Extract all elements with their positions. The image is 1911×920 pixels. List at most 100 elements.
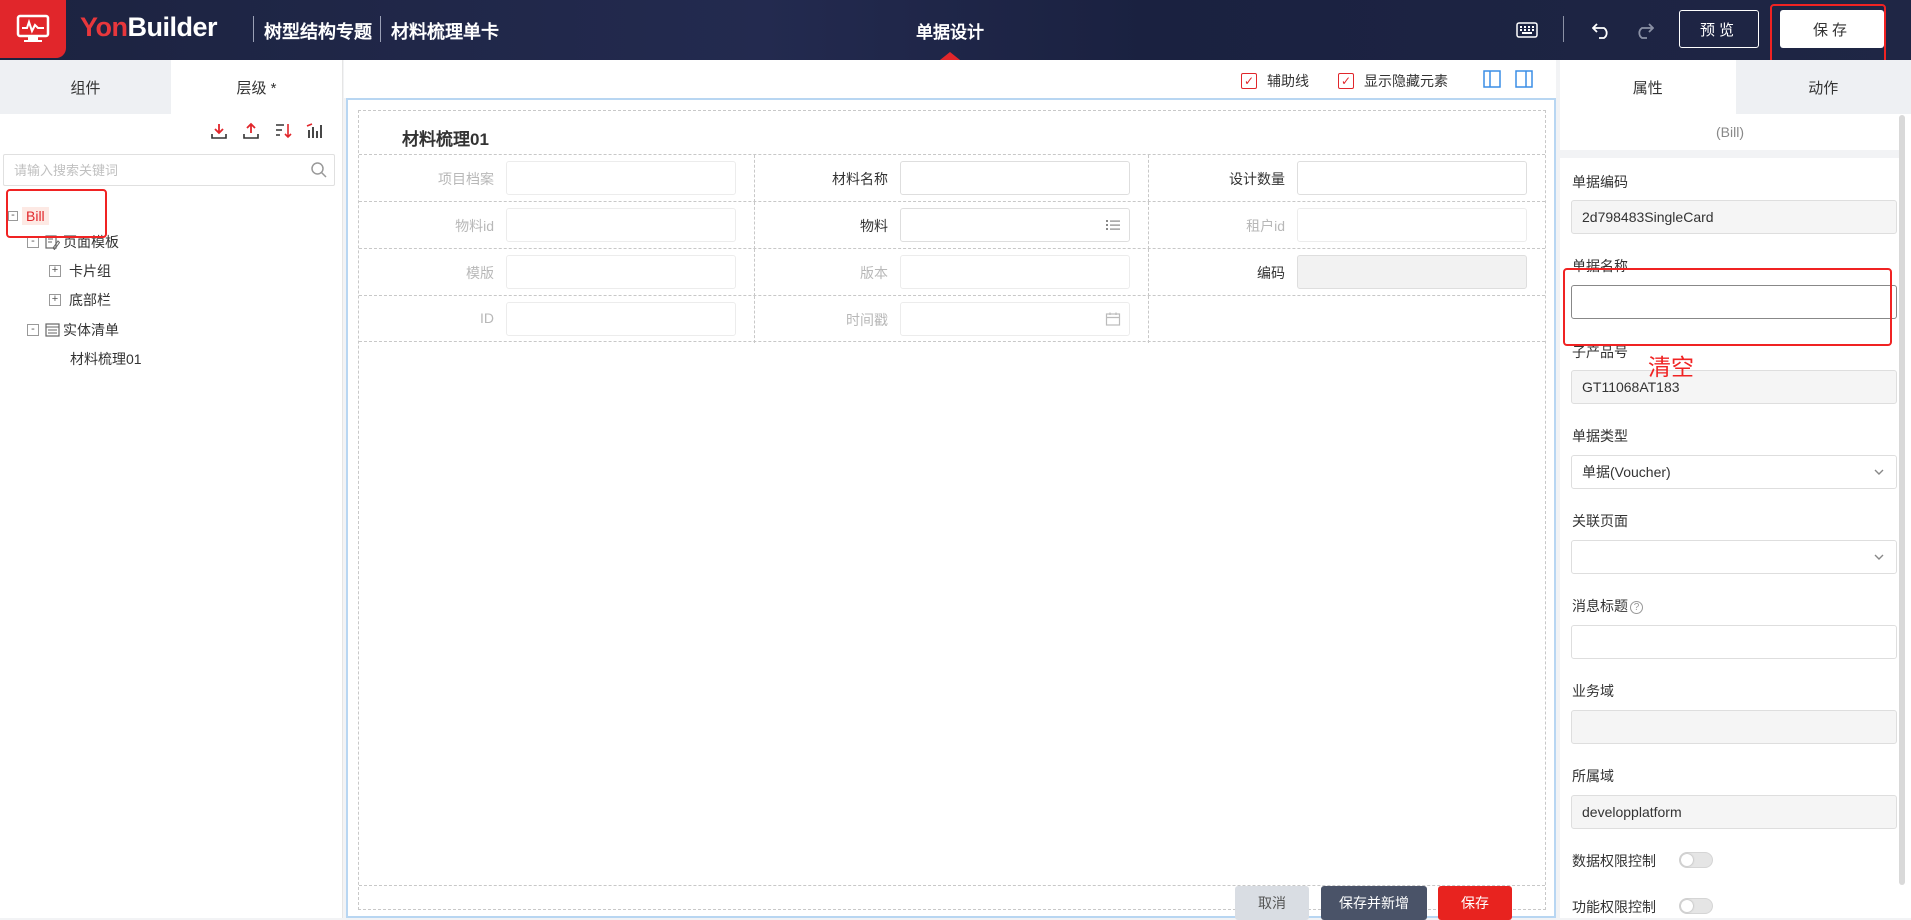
- redo-icon[interactable]: [1632, 18, 1656, 42]
- prop-label-type: 单据类型: [1572, 426, 1628, 446]
- tree-node-entity-item[interactable]: 材料梳理01: [70, 348, 142, 370]
- app-logo[interactable]: [0, 0, 66, 58]
- prop-owner-domain-field[interactable]: developplatform: [1571, 795, 1897, 829]
- field-input[interactable]: [900, 208, 1130, 242]
- prop-code-field[interactable]: 2d798483SingleCard: [1571, 200, 1897, 234]
- form-save-button[interactable]: 保存: [1438, 886, 1512, 920]
- form-field-design-qty[interactable]: 设计数量: [1149, 155, 1545, 202]
- field-input[interactable]: [1297, 208, 1527, 242]
- field-input[interactable]: [900, 302, 1130, 336]
- field-label: 租户id: [1246, 216, 1285, 236]
- help-icon[interactable]: ?: [1630, 601, 1643, 614]
- field-label: 设计数量: [1229, 169, 1285, 189]
- form-title[interactable]: 材料梳理01: [402, 125, 489, 150]
- field-input[interactable]: [506, 302, 736, 336]
- tree-label-bottom-bar[interactable]: 底部栏: [69, 290, 111, 310]
- prop-label-link-page: 关联页面: [1572, 511, 1628, 531]
- left-panel: 组件 层级 * - Bill - 页面模板 + 卡片组 + 底部: [0, 60, 343, 918]
- tree-label-card-group[interactable]: 卡片组: [69, 261, 111, 281]
- func-perm-toggle[interactable]: [1679, 898, 1713, 914]
- prop-label-owner-domain: 所属域: [1572, 766, 1614, 786]
- collapse-icon[interactable]: -: [27, 324, 39, 336]
- page-title: 单据设计: [916, 18, 984, 43]
- field-label: 版本: [860, 263, 888, 283]
- bar-chart-icon[interactable]: [306, 122, 324, 140]
- chevron-down-icon[interactable]: [1872, 550, 1886, 564]
- prop-label-msg-title: 消息标题?: [1572, 596, 1643, 616]
- form-field-material-name[interactable]: 材料名称: [755, 155, 1149, 202]
- export-icon[interactable]: [242, 122, 260, 140]
- expand-icon[interactable]: +: [49, 294, 61, 306]
- prop-msg-title-field[interactable]: [1571, 625, 1897, 659]
- data-perm-toggle[interactable]: [1679, 852, 1713, 868]
- tree-label-bill[interactable]: Bill: [22, 207, 49, 225]
- breadcrumb-page[interactable]: 材料梳理单卡: [391, 18, 499, 44]
- form-field-id[interactable]: ID: [359, 296, 755, 343]
- field-input[interactable]: [900, 255, 1130, 289]
- expand-icon[interactable]: +: [49, 265, 61, 277]
- tree-label-entity-list[interactable]: 实体清单: [63, 320, 119, 340]
- undo-icon[interactable]: [1590, 18, 1614, 42]
- tree-node-page-template[interactable]: - 页面模板: [27, 231, 119, 253]
- form-field-version[interactable]: 版本: [755, 249, 1149, 296]
- form-field-template[interactable]: 模版: [359, 249, 755, 296]
- tree-node-bottom-bar[interactable]: + 底部栏: [49, 289, 111, 311]
- edit-document-icon: [45, 234, 61, 250]
- calendar-icon[interactable]: [1105, 311, 1121, 327]
- sort-desc-icon[interactable]: [274, 122, 292, 140]
- tree-node-card-group[interactable]: + 卡片组: [49, 260, 111, 282]
- form-field-tenant-id[interactable]: 租户id: [1149, 202, 1545, 249]
- chevron-down-icon[interactable]: [1872, 465, 1886, 479]
- right-panel-scrollbar[interactable]: [1899, 115, 1905, 885]
- tree-node-bill[interactable]: - Bill: [8, 205, 49, 227]
- breadcrumb-topic[interactable]: 树型结构专题: [264, 18, 372, 44]
- search-icon[interactable]: [310, 161, 328, 179]
- split-right-layout-icon[interactable]: [1514, 69, 1534, 89]
- import-icon[interactable]: [210, 122, 228, 140]
- tab-components[interactable]: 组件: [0, 60, 171, 114]
- form-field-material[interactable]: 物料: [755, 202, 1149, 249]
- tree-node-entity-list[interactable]: - 实体清单: [27, 319, 119, 341]
- field-input[interactable]: [506, 255, 736, 289]
- tree-label-entity-item[interactable]: 材料梳理01: [70, 349, 142, 369]
- form-field-timestamp[interactable]: 时间戳: [755, 296, 1149, 343]
- search-input[interactable]: [4, 155, 294, 185]
- prop-link-page-select[interactable]: [1571, 540, 1897, 574]
- field-input[interactable]: [1297, 161, 1527, 195]
- form-container[interactable]: 材料梳理01 项目档案 材料名称 设计数量 物料id 物料: [358, 110, 1546, 910]
- collapse-icon[interactable]: -: [27, 236, 39, 248]
- collapse-icon[interactable]: -: [8, 211, 18, 221]
- field-label: 物料id: [455, 216, 494, 236]
- prop-subproduct-field[interactable]: GT11068AT183: [1571, 370, 1897, 404]
- prop-biz-domain-field[interactable]: [1571, 710, 1897, 744]
- prop-name-field[interactable]: [1571, 285, 1897, 319]
- field-input[interactable]: [900, 161, 1130, 195]
- prop-type-select[interactable]: 单据(Voucher): [1571, 455, 1897, 489]
- form-field-project[interactable]: 项目档案: [359, 155, 755, 202]
- checkmark-icon[interactable]: ✓: [1241, 73, 1257, 89]
- tab-properties[interactable]: 属性: [1560, 60, 1736, 114]
- field-label: 物料: [860, 216, 888, 236]
- cancel-button[interactable]: 取消: [1235, 886, 1309, 920]
- form-field-code[interactable]: 编码: [1149, 249, 1545, 296]
- brand-yon: Yon: [80, 12, 128, 42]
- show-hidden-checkbox[interactable]: ✓ 显示隐藏元素: [1338, 71, 1448, 91]
- tree-label-page-template[interactable]: 页面模板: [63, 232, 119, 252]
- tab-actions[interactable]: 动作: [1736, 60, 1911, 114]
- field-input[interactable]: [506, 161, 736, 195]
- header-separator: [253, 16, 254, 42]
- aux-lines-checkbox[interactable]: ✓ 辅助线: [1241, 71, 1309, 91]
- field-input[interactable]: [506, 208, 736, 242]
- split-left-layout-icon[interactable]: [1482, 69, 1502, 89]
- keyboard-icon[interactable]: [1515, 18, 1539, 42]
- checkmark-icon[interactable]: ✓: [1338, 73, 1354, 89]
- design-canvas[interactable]: 材料梳理01 项目档案 材料名称 设计数量 物料id 物料: [346, 98, 1556, 918]
- field-input[interactable]: [1297, 255, 1527, 289]
- tab-hierarchy[interactable]: 层级 *: [171, 60, 342, 114]
- save-button[interactable]: 保存: [1780, 10, 1884, 48]
- form-field-material-id[interactable]: 物料id: [359, 202, 755, 249]
- list-icon[interactable]: [1105, 217, 1121, 233]
- prop-label-func-perm: 功能权限控制: [1572, 897, 1656, 917]
- preview-button[interactable]: 预览: [1679, 10, 1759, 48]
- save-and-new-button[interactable]: 保存并新增: [1321, 886, 1427, 920]
